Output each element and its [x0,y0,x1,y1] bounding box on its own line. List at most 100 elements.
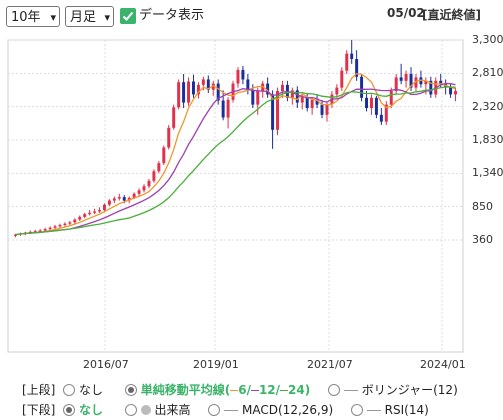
volume-dot-icon [140,405,151,415]
candle-body [152,171,156,181]
candle-body [58,225,62,227]
candle-body [256,91,260,105]
data-display-label: データ表示 [139,8,205,23]
ma-12-line [15,82,456,236]
candle-body [419,77,423,85]
candle-body [276,91,280,130]
date-label: 05/02 [387,6,425,20]
option-upper-none: なし [79,383,104,397]
candle-body [117,197,121,199]
candle-body [330,94,334,104]
candle-body [454,91,458,95]
option-lower-volume: 出来高 [154,403,191,417]
candle-body [295,90,299,103]
candle-body [261,83,265,92]
candle-body [48,227,52,230]
candle-body [196,84,200,95]
candle-body [63,223,67,226]
sma-12: 12 [258,383,276,397]
candle-body [374,97,378,115]
candle-body [78,216,82,220]
y-tick-label: 850 [472,199,493,213]
candle-body [399,77,403,81]
candle-body [241,69,245,80]
period-select[interactable]: 10年 ▾ [6,6,60,27]
candle-body [221,100,225,118]
y-tick-label: 360 [472,233,493,246]
period-value: 10年 [11,10,41,25]
interval-value: 月足 [70,10,97,25]
chevron-down-icon: ▾ [50,11,56,24]
ma-6-line [15,73,456,236]
candle-body [102,204,106,211]
candle-body [310,99,314,109]
candle-body [211,83,215,90]
candle-body [132,193,136,198]
candle-body [83,214,87,217]
candle-body [231,83,235,100]
price-chart [7,39,464,353]
candle-body [251,90,255,105]
candle-body [13,234,17,236]
x-tick-label: 2021/07 [307,358,353,371]
candle-body [28,231,32,233]
candle-body [127,197,131,201]
candle-body [340,70,344,88]
radio-upper-bollinger[interactable] [328,384,341,396]
candle-body [360,76,364,98]
candle-body [409,74,413,88]
candle-body [93,211,97,213]
ma-24-line [15,86,456,236]
y-tick-label: 2,810 [472,66,503,80]
candle-body [53,226,57,228]
interval-select[interactable]: 月足 ▾ [65,6,114,27]
x-tick-label: 2024/01 [420,358,466,371]
candle-body [389,91,393,105]
radio-lower-rsi[interactable] [351,404,363,416]
x-tick-label: 2016/07 [83,358,129,371]
radio-upper-sma[interactable] [124,384,137,396]
candle-body [266,83,270,95]
ma12-line-icon [250,390,259,391]
candle-body [449,87,453,95]
candle-body [191,81,195,95]
candle-body [68,222,72,224]
candle-body [107,200,111,205]
y-tick-label: 3,300 [472,33,503,46]
y-tick-label: 1,830 [472,133,503,146]
candle-body [38,230,42,232]
option-lower-rsi: RSI(14) [384,403,429,417]
candle-body [350,53,354,60]
candle-body [98,210,102,212]
candle-body [206,79,210,90]
candle-body [18,233,22,235]
candle-body [365,97,369,109]
candle-body [379,114,383,122]
candle-body [182,82,186,103]
candle-body [280,84,284,92]
candle-body [414,77,418,88]
candle-body [404,74,408,81]
candle-body [167,127,171,148]
radio-lower-none[interactable] [63,404,76,416]
candle-body [434,80,438,95]
candle-body [172,107,176,128]
candle-body [246,79,250,91]
upper-controls: [上段] なし 単純移動平均線(6/12/24) ボリンジャー(12) [22,382,458,398]
ma6-line-icon [230,390,239,391]
candle-body [137,190,141,194]
candle-body [424,80,428,85]
candle-body [88,212,92,215]
candle-body [43,229,47,231]
candle-body [142,186,146,191]
radio-lower-volume[interactable] [124,404,137,416]
candle-body [335,87,339,95]
option-lower-none: なし [79,403,104,417]
radio-lower-macd[interactable] [208,404,221,416]
candle-body [122,197,126,201]
candle-body [112,198,116,201]
radio-upper-none[interactable] [63,384,76,396]
data-display-checkbox[interactable] [120,8,136,24]
candle-body [177,82,181,108]
candle-body [315,99,319,105]
